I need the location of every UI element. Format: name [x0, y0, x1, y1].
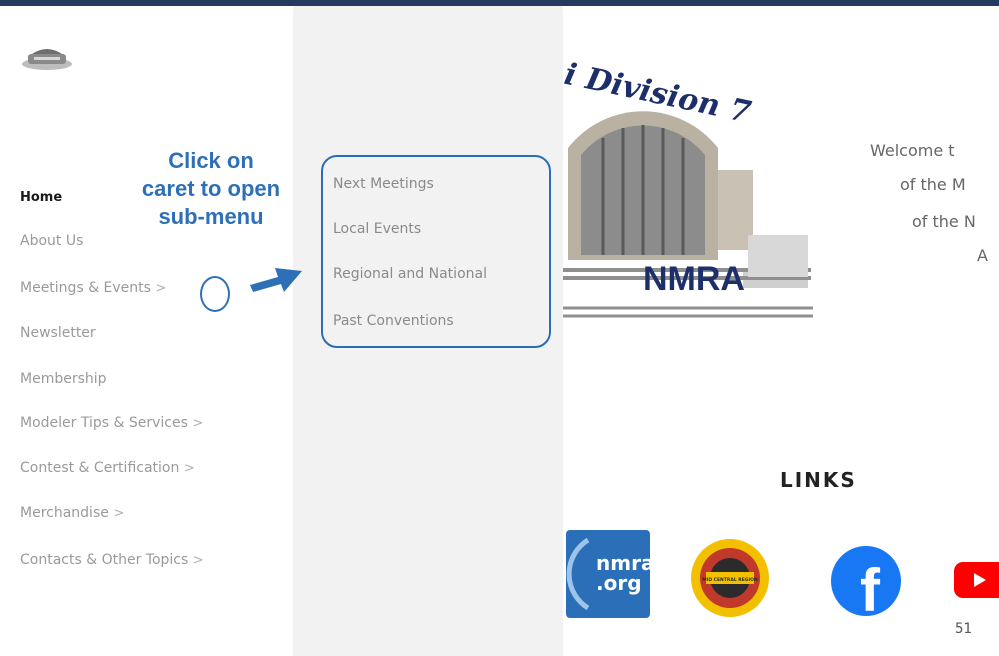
- region-badge-text: MID CENTRAL REGION: [702, 577, 758, 583]
- nav-item-label: About Us: [20, 233, 84, 249]
- caret-highlight-circle: [200, 276, 230, 312]
- welcome-text-line: A: [977, 246, 988, 265]
- nav-item-merchandise[interactable]: Merchandise >: [20, 505, 124, 521]
- nmra-logo-text: NMRA: [643, 260, 745, 298]
- welcome-text-line: Welcome t: [870, 141, 955, 160]
- nav-item-contest-certification[interactable]: Contest & Certification >: [20, 460, 195, 476]
- division-logo-image: i Division 7 NMRA: [563, 60, 813, 318]
- chevron-right-icon[interactable]: >: [192, 416, 203, 431]
- nav-item-membership[interactable]: Membership: [20, 371, 107, 387]
- facebook-icon[interactable]: f: [830, 545, 902, 617]
- nav-item-contacts-other[interactable]: Contacts & Other Topics >: [20, 552, 204, 568]
- chevron-right-icon[interactable]: >: [193, 553, 204, 568]
- annotation-callout: Click on caret to open sub-menu: [125, 147, 297, 231]
- nav-item-label: Contest & Certification: [20, 460, 180, 476]
- nmra-org-link[interactable]: nmra .org: [566, 530, 650, 618]
- nav-item-newsletter[interactable]: Newsletter: [20, 325, 96, 341]
- nav-item-label: Meetings & Events: [20, 280, 151, 296]
- submenu-highlight-box: [321, 155, 551, 348]
- mid-central-region-link[interactable]: MID CENTRAL REGION: [690, 538, 770, 618]
- facebook-glyph: f: [860, 557, 881, 617]
- slide-page-number: 51: [955, 621, 972, 637]
- nav-item-home[interactable]: Home: [20, 190, 62, 205]
- arrow-right-icon: [250, 268, 302, 292]
- nmra-link-text: .org: [596, 571, 642, 595]
- callout-line: sub-menu: [158, 204, 264, 229]
- welcome-text-line: of the N: [912, 212, 976, 231]
- nav-item-label: Modeler Tips & Services: [20, 415, 188, 431]
- nav-item-meetings-events[interactable]: Meetings & Events >: [20, 280, 166, 296]
- links-heading: LINKS: [780, 468, 857, 492]
- chevron-right-icon[interactable]: >: [113, 506, 124, 521]
- nav-item-label: Home: [20, 190, 63, 205]
- callout-line: caret to open: [141, 176, 281, 201]
- nav-item-label: Contacts & Other Topics: [20, 552, 189, 568]
- sidebar-nav: Home About Us Meetings & Events > Newsle…: [0, 0, 300, 656]
- nav-item-label: Newsletter: [20, 325, 96, 341]
- chevron-right-icon[interactable]: >: [184, 461, 195, 476]
- nav-item-label: Membership: [20, 371, 107, 387]
- nav-item-about-us[interactable]: About Us: [20, 233, 83, 249]
- youtube-icon[interactable]: [954, 560, 999, 600]
- nav-item-label: Merchandise: [20, 505, 109, 521]
- callout-line: Click on: [168, 148, 254, 173]
- nav-item-modeler-tips[interactable]: Modeler Tips & Services >: [20, 415, 203, 431]
- site-logo[interactable]: [20, 42, 74, 72]
- welcome-text-line: of the M: [900, 175, 966, 194]
- chevron-right-icon[interactable]: >: [155, 281, 166, 296]
